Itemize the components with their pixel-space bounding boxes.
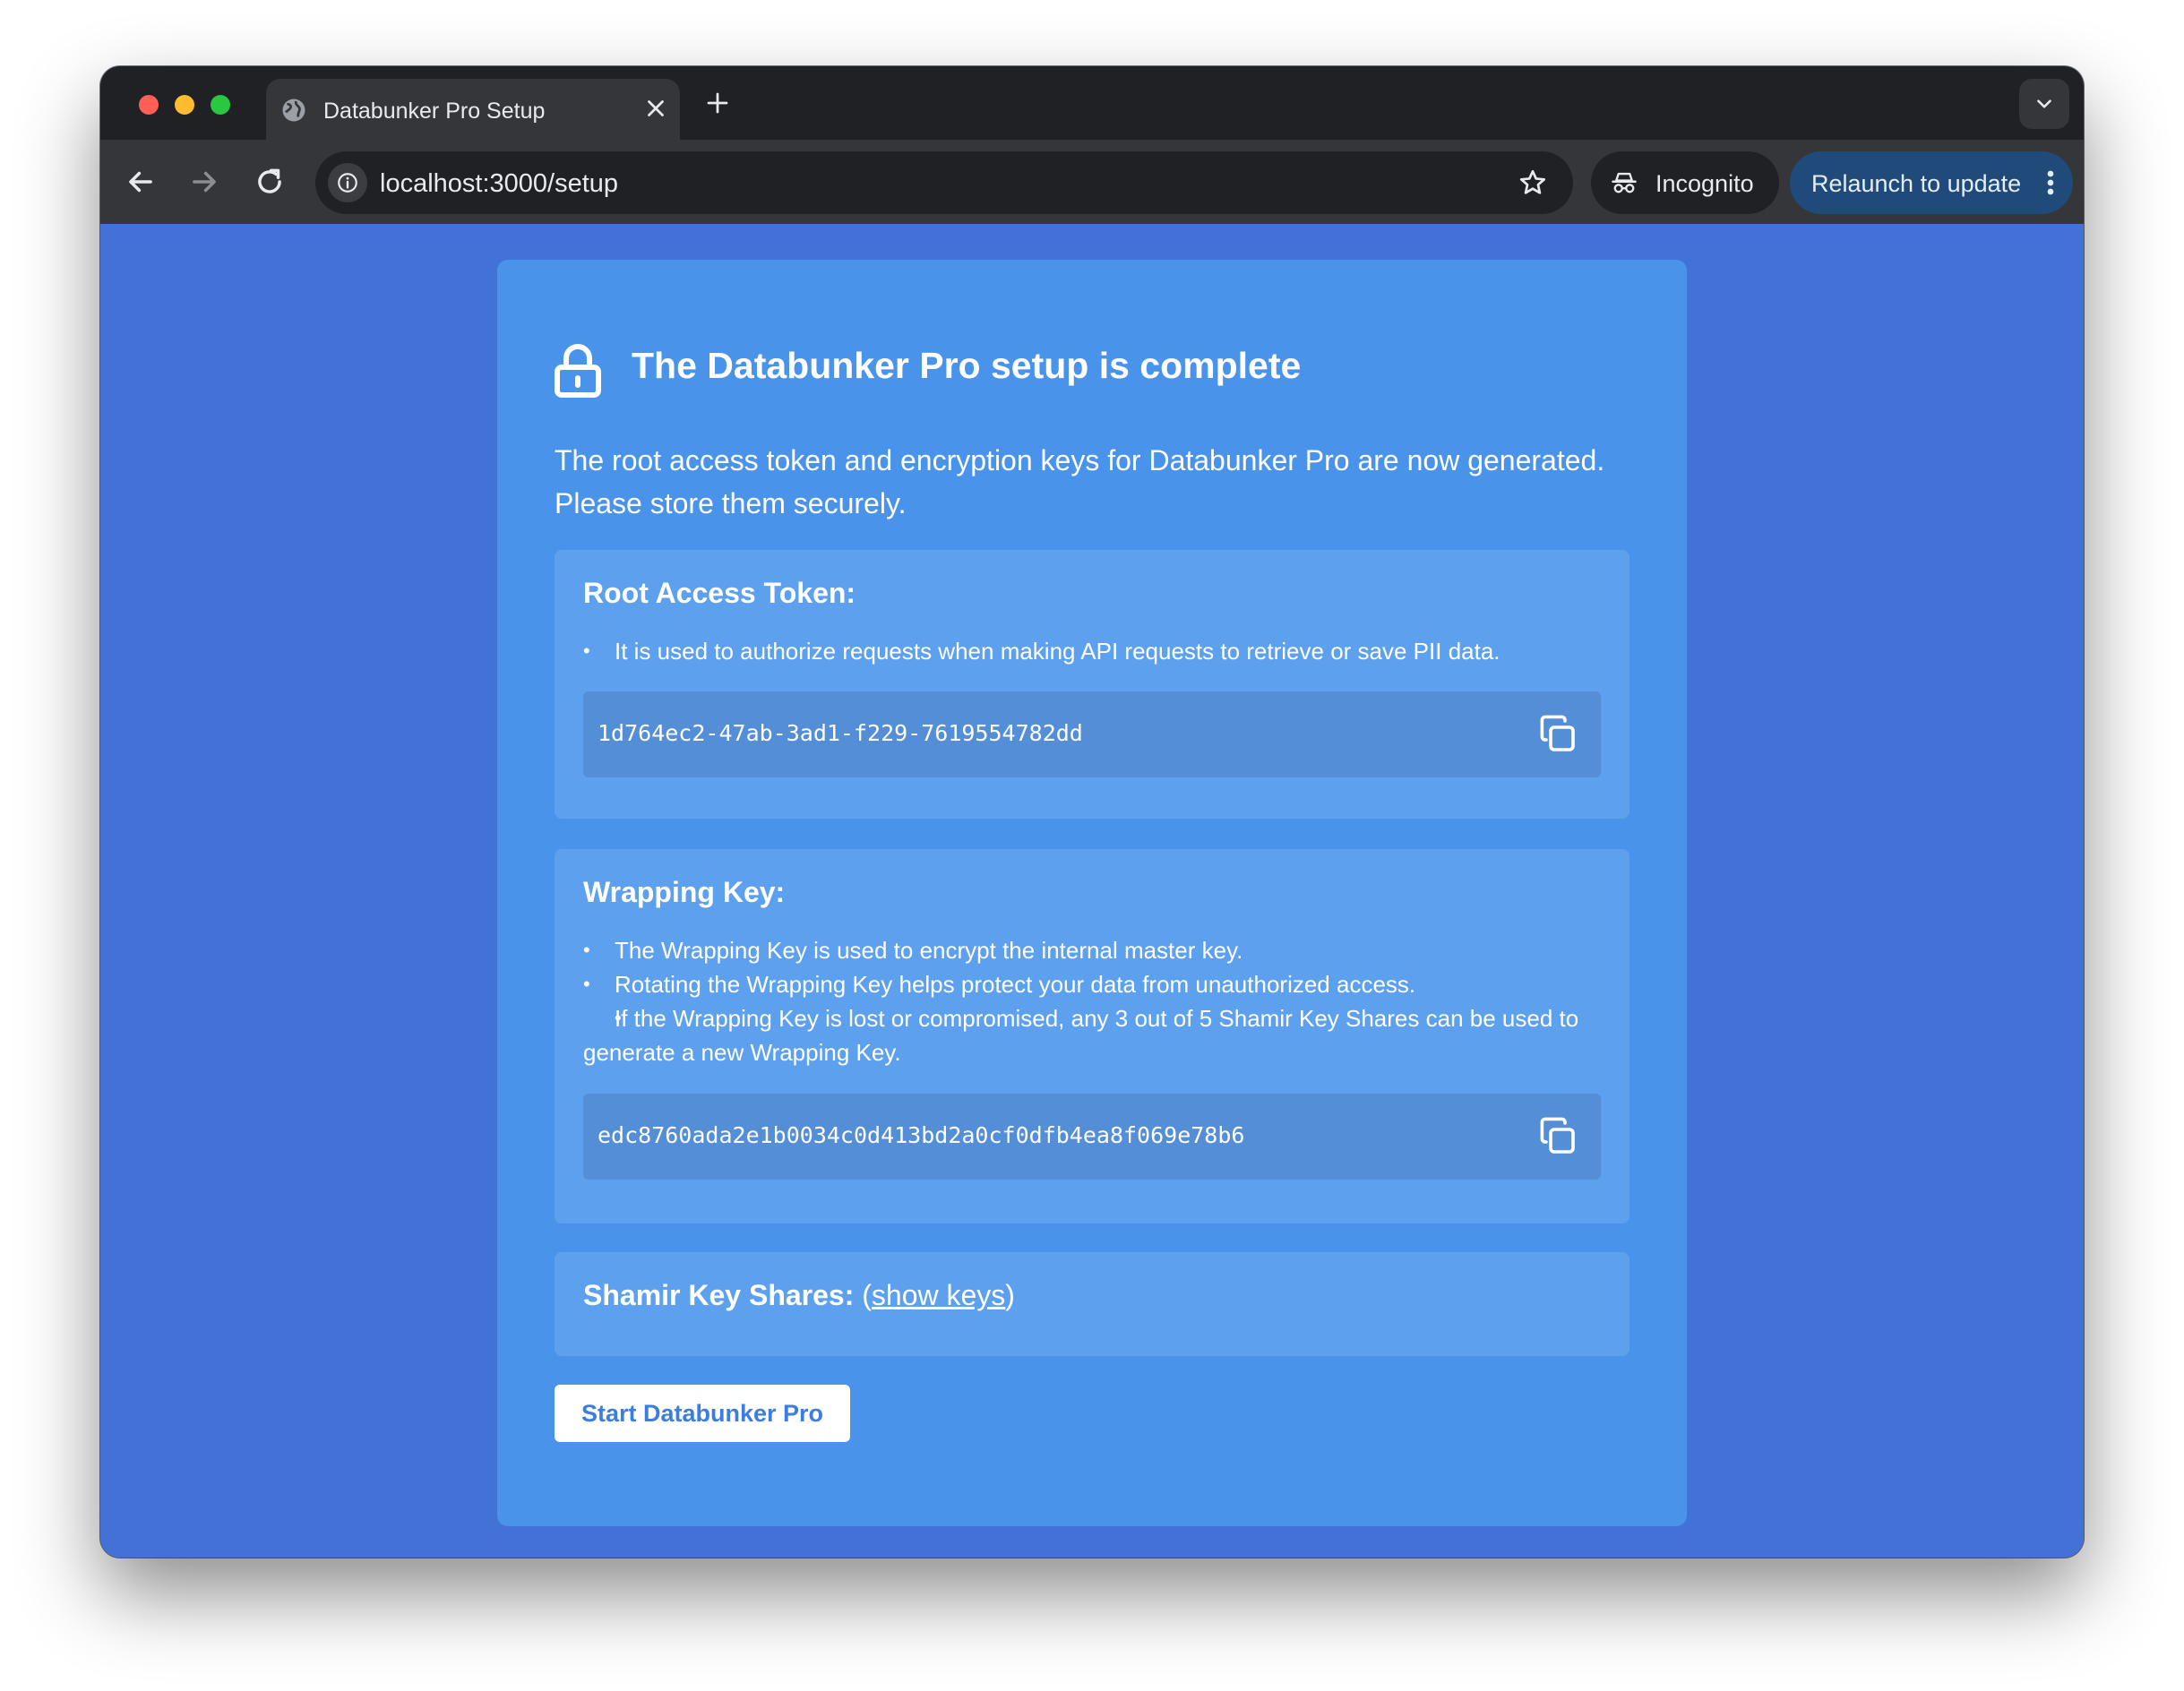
shamir-panel: Shamir Key Shares: (show keys): [555, 1252, 1629, 1356]
root-token-field: 1d764ec2-47ab-3ad1-f229-7619554782dd: [583, 691, 1601, 777]
wrapping-key-value[interactable]: edc8760ada2e1b0034c0d413bd2a0cf0dfb4ea8f…: [598, 1122, 1244, 1148]
tab-databunker-setup[interactable]: Databunker Pro Setup: [266, 79, 680, 140]
wrapping-key-field: edc8760ada2e1b0034c0d413bd2a0cf0dfb4ea8f…: [583, 1094, 1601, 1180]
start-databunker-button[interactable]: Start Databunker Pro: [555, 1385, 850, 1442]
reload-icon[interactable]: [253, 165, 287, 199]
tab-title: Databunker Pro Setup: [323, 99, 546, 124]
more-vertical-icon[interactable]: [2046, 169, 2055, 196]
plus-icon[interactable]: [704, 90, 731, 116]
copy-icon[interactable]: [1536, 1115, 1579, 1158]
list-item: Rotating the Wrapping Key helps protect …: [583, 967, 1604, 1001]
shamir-line: Shamir Key Shares: (show keys): [583, 1279, 1015, 1312]
minimize-window-button[interactable]: [175, 95, 194, 115]
wrapping-key-panel: Wrapping Key: The Wrapping Key is used t…: [555, 849, 1629, 1223]
close-icon[interactable]: [642, 95, 669, 122]
browser-toolbar: localhost:3000/setup Incognito Relaunch …: [100, 140, 2084, 224]
setup-card: The Databunker Pro setup is complete The…: [497, 260, 1687, 1526]
arrow-left-icon[interactable]: [124, 165, 158, 199]
list-item: If the Wrapping Key is lost or compromis…: [583, 1001, 1604, 1069]
lock-icon: [555, 344, 601, 398]
globe-icon: [282, 99, 305, 122]
address-bar[interactable]: localhost:3000/setup: [315, 151, 1573, 214]
intro-text: The root access token and encryption key…: [555, 444, 1605, 519]
maximize-window-button[interactable]: [211, 95, 230, 115]
shamir-heading: Shamir Key Shares:: [583, 1279, 855, 1311]
root-token-notes: It is used to authorize requests when ma…: [583, 634, 1604, 668]
tab-search-button[interactable]: [2019, 79, 2069, 129]
tab-strip: Databunker Pro Setup: [100, 66, 2084, 140]
root-token-panel: Root Access Token: It is used to authori…: [555, 550, 1629, 819]
page-title: The Databunker Pro setup is complete: [632, 345, 1302, 386]
list-item: It is used to authorize requests when ma…: [583, 634, 1604, 668]
wrapping-key-heading: Wrapping Key:: [583, 876, 786, 908]
show-keys-link[interactable]: show keys: [872, 1279, 1005, 1311]
list-item: The Wrapping Key is used to encrypt the …: [583, 933, 1604, 967]
close-window-button[interactable]: [139, 95, 159, 115]
copy-icon[interactable]: [1536, 713, 1579, 756]
site-info-button[interactable]: [328, 163, 367, 202]
browser-window: Databunker Pro Setup localhost:3000/setu…: [100, 66, 2084, 1558]
root-token-heading: Root Access Token:: [583, 577, 856, 609]
shamir-close-paren: ): [1005, 1279, 1015, 1311]
root-token-value[interactable]: 1d764ec2-47ab-3ad1-f229-7619554782dd: [598, 720, 1083, 746]
page-content: The Databunker Pro setup is complete The…: [100, 224, 2084, 1558]
incognito-label: Incognito: [1655, 170, 1754, 197]
info-icon: [338, 173, 357, 193]
relaunch-to-update-button[interactable]: Relaunch to update: [1790, 151, 2073, 214]
shamir-open-paren: (: [854, 1279, 872, 1311]
chevron-down-icon: [2037, 99, 2051, 108]
arrow-right-icon[interactable]: [187, 165, 221, 199]
star-icon[interactable]: [1518, 167, 1548, 198]
relaunch-label: Relaunch to update: [1811, 170, 2022, 197]
url-text[interactable]: localhost:3000/setup: [380, 169, 618, 199]
incognito-button[interactable]: Incognito: [1591, 151, 1779, 214]
incognito-icon: [1612, 172, 1637, 193]
wrapping-key-notes: The Wrapping Key is used to encrypt the …: [583, 933, 1604, 1069]
